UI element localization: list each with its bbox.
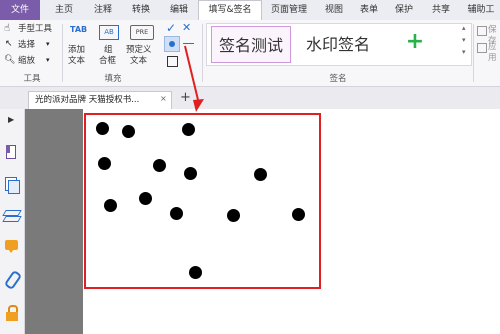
annotation-arrow-icon <box>184 45 204 112</box>
